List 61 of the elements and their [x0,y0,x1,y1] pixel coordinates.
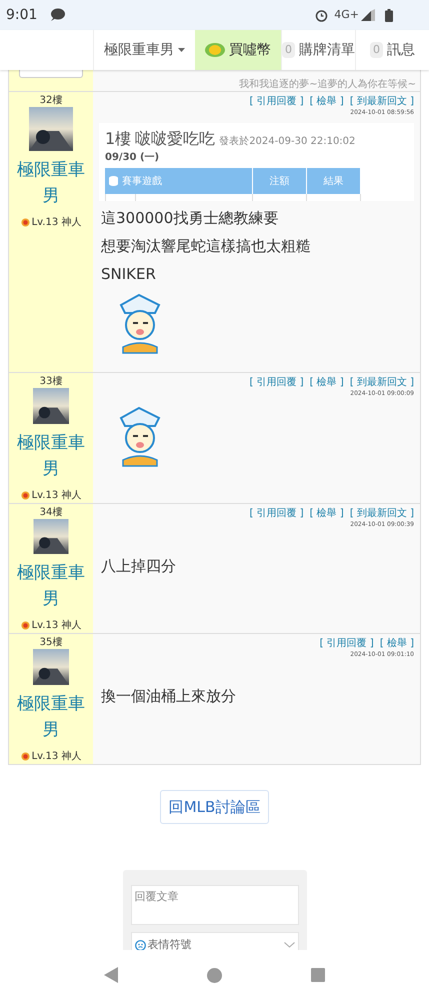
post-text: 這300000找勇士總教練要 [100,208,280,229]
chevron-down-icon [284,942,294,948]
emoji-select[interactable]: 表情符號 [130,932,298,950]
back-to-forum-button[interactable]: 回MLB討論區 [160,790,270,824]
coin-icon [205,42,225,58]
signal-icon [361,9,375,21]
post-action-link[interactable]: [ 引用回覆 ] [249,375,304,390]
back-icon[interactable] [104,967,118,983]
smiley-icon [134,940,146,950]
post-action-link[interactable]: [ 檢舉 ] [310,94,344,109]
caret-icon [178,48,185,52]
post-action-link[interactable]: [ 引用回覆 ] [249,506,304,521]
post-action-link[interactable]: [ 檢舉 ] [310,375,344,390]
post-text: 想要淘汰響尾蛇這樣搞也太粗糙 [100,236,312,257]
reply-input-field[interactable]: 回覆文章 [130,885,298,925]
quote-date: 09/30 (一) [105,151,160,165]
chat-bubble-icon [49,8,66,22]
user-rank: Lv.13 神人 [32,750,82,764]
table-header-cell: 注額 [253,168,307,194]
quote-post-time: 發表於2024-09-30 22:10:02 [219,134,356,149]
post-action-link[interactable]: [ 引用回覆 ] [320,636,374,651]
quote-author: 啵啵愛吃吃 [135,128,216,150]
user-rank: Lv.13 神人 [32,618,82,633]
sun-icon [20,491,30,500]
user-rank: Lv.13 神人 [32,488,82,503]
post-action-link[interactable]: [ 檢舉 ] [380,636,414,651]
sun-icon [20,621,30,630]
cut-off-button[interactable] [19,70,83,78]
home-icon[interactable] [206,968,222,982]
post-action-link[interactable]: [ 到最新回文 ] [350,94,414,109]
username-link[interactable]: 極限重車男 [15,157,87,209]
user-signature: 我和我追逐的夢~追夢的人為你在等候~ [239,79,416,91]
username-link[interactable]: 極限重車男 [15,560,87,612]
status-time: 9:01 [6,6,38,24]
post-text: SNIKER [100,264,157,285]
user-rank: Lv.13 神人 [32,216,82,230]
buy-coin-button[interactable]: 買噓幣 [195,30,281,70]
quote-floor: 1樓 [105,128,132,150]
battery-icon [385,8,393,22]
sun-icon [20,218,30,227]
post-text: 換一個油桶上來放分 [100,686,237,707]
username-link[interactable]: 極限重車男 [15,430,87,482]
username-link[interactable]: 極限重車男 [15,691,87,743]
post-action-link[interactable]: [ 檢舉 ] [310,506,344,521]
sun-icon [20,752,30,761]
floor-number: 33樓 [40,376,62,388]
alarm-icon [315,8,328,22]
post-action-link[interactable]: [ 到最新回文 ] [350,506,414,521]
count-badge: 0 [282,42,295,58]
avatar-photo [29,107,73,151]
network-type: 4G+ [334,6,359,23]
post-action-link[interactable]: [ 到最新回文 ] [350,375,414,390]
table-header-cell: 結果 [307,168,361,194]
floor-number: 35樓 [40,637,62,649]
floor-number: 34樓 [40,507,62,519]
table-header-cell: 賽事遊戲 [105,168,253,194]
post-text: 八上掉四分 [100,556,177,577]
recents-icon[interactable] [310,968,325,982]
count-badge: 0 [370,42,383,58]
post-action-link[interactable]: [ 引用回覆 ] [249,94,304,109]
floor-number: 32樓 [40,95,62,107]
